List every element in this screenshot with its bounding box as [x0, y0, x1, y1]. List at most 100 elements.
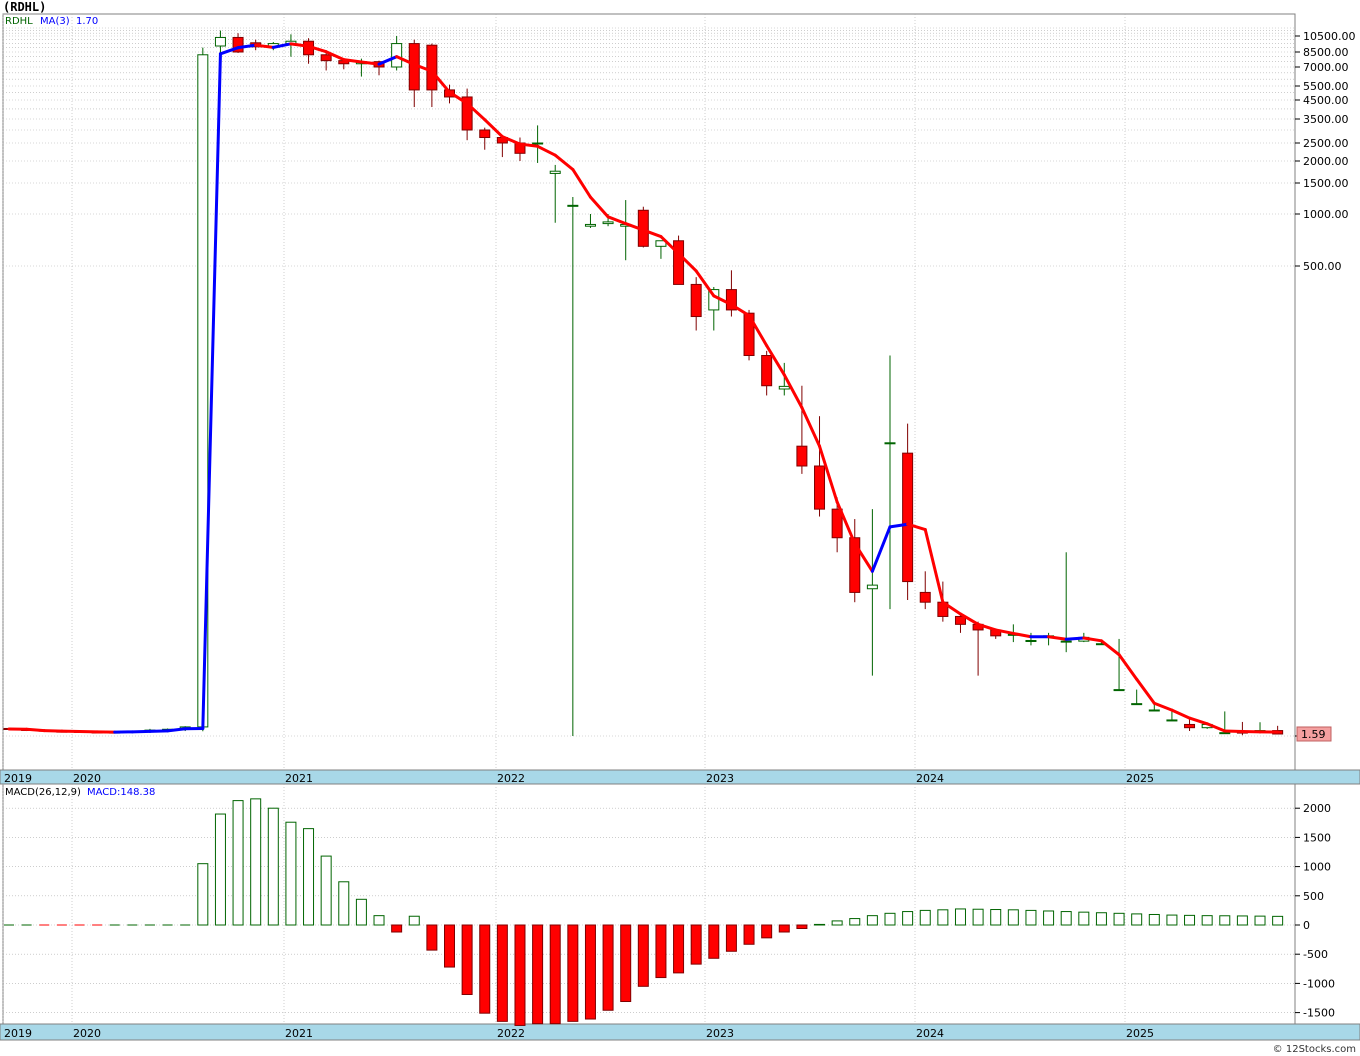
macd-bar: [267, 807, 279, 926]
macd-bar: [479, 924, 491, 1014]
price-tick-label: 2000.00: [1303, 155, 1349, 168]
candle-body: [549, 170, 561, 174]
candle-body: [602, 221, 614, 225]
candle-body: [1219, 732, 1231, 735]
x-axis-label: 2020: [73, 1027, 101, 1040]
price-tick-label: 8500.00: [1303, 46, 1349, 59]
stock-chart: 10500.00 8500.00 7000.00 5500.004500.00 3500…: [0, 13, 1360, 1041]
price-panel: [2, 13, 1296, 771]
candle-body: [1166, 719, 1178, 722]
macd-tick-label: 1000: [1303, 861, 1331, 874]
macd-bar: [1272, 915, 1284, 926]
macd-bar: [849, 918, 861, 926]
macd-bar: [1131, 913, 1143, 926]
macd-bar: [972, 908, 984, 926]
candle-body: [690, 283, 702, 318]
macd-bar: [373, 915, 385, 926]
macd-bar: [1236, 915, 1248, 926]
macd-bar: [725, 924, 737, 952]
macd-bar: [778, 924, 790, 933]
macd-bar: [1254, 915, 1266, 926]
macd-bar: [814, 923, 826, 926]
macd-tick-label: 1500: [1303, 831, 1331, 844]
macd-bar: [1078, 911, 1090, 926]
macd-bar: [990, 909, 1002, 926]
candle-body: [426, 44, 438, 91]
macd-bar: [250, 798, 262, 926]
candle-body: [567, 204, 579, 207]
candle-body: [1148, 709, 1160, 712]
macd-bar: [655, 924, 667, 979]
x-axis-label: 2024: [916, 772, 944, 785]
macd-bar: [761, 924, 773, 939]
macd-bar: [426, 924, 438, 951]
macd-bar: [690, 924, 702, 965]
price-tick-label: 500.00: [1303, 260, 1342, 273]
macd-bar: [1060, 911, 1072, 926]
macd-bar: [1148, 913, 1160, 926]
macd-tick-label: 2000: [1303, 802, 1331, 815]
macd-bar: [532, 924, 544, 1025]
macd-bar: [214, 813, 226, 926]
candle-body: [1113, 689, 1125, 692]
legend-symbol: RDHL: [5, 16, 33, 27]
macd-bar: [444, 924, 455, 968]
ma-line-segment: [148, 729, 170, 733]
macd-bar: [355, 898, 367, 926]
macd-tick-label: 500: [1303, 890, 1324, 903]
price-tick-label: 4500.00: [1303, 94, 1349, 107]
macd-tick-label: 0: [1303, 919, 1310, 932]
last-price-label: 1.59: [1301, 728, 1326, 741]
macd-legend-value: MACD:148.38: [87, 787, 155, 798]
ma-line-segment: [359, 60, 381, 66]
macd-bar: [743, 924, 755, 945]
macd-panel: [2, 783, 1296, 1025]
candle-body: [1184, 723, 1196, 729]
x-axis-label: 2024: [916, 1027, 944, 1040]
macd-bar: [884, 912, 896, 926]
macd-bar: [831, 920, 843, 926]
macd-bar: [919, 909, 931, 926]
macd-bar: [1184, 914, 1196, 926]
macd-tick-label: -500: [1303, 948, 1328, 961]
macd-bar: [514, 924, 526, 1026]
candle-body: [584, 223, 596, 227]
macd-tick-label: -1000: [1303, 977, 1335, 990]
candle-body: [866, 584, 878, 590]
macd-bar: [1043, 910, 1055, 926]
macd-bar: [461, 924, 473, 995]
macd-bar: [1113, 912, 1125, 926]
candle-body: [778, 385, 790, 390]
macd-bar: [708, 924, 720, 959]
macd-tick-label: -1500: [1303, 1007, 1335, 1020]
price-tick-label: 3500.00: [1303, 113, 1349, 126]
candle-body: [796, 445, 808, 467]
legend-ma: MA(3): [40, 16, 70, 27]
credit-text: © 12Stocks.com: [1272, 1044, 1356, 1055]
x-axis-label: 2025: [1126, 1027, 1154, 1040]
candle-body: [902, 452, 914, 583]
macd-bar: [954, 908, 966, 926]
macd-bar: [584, 924, 596, 1020]
candle-body: [1131, 703, 1143, 706]
macd-bar: [303, 828, 315, 926]
macd-bar: [285, 821, 297, 926]
macd-bar: [1095, 912, 1107, 926]
macd-bar: [1007, 909, 1019, 926]
macd-bar: [1166, 914, 1178, 926]
candle-body: [761, 355, 773, 387]
macd-bar: [549, 924, 561, 1025]
candle-body: [814, 465, 826, 510]
macd-bar: [796, 924, 808, 930]
macd-bar: [197, 863, 209, 926]
macd-bar: [391, 924, 403, 933]
candle-body: [1025, 639, 1037, 642]
macd-bar: [1201, 915, 1213, 926]
candle-body: [1060, 640, 1072, 643]
price-tick-label: 10500.00: [1303, 30, 1356, 43]
candle-body: [919, 591, 931, 603]
macd-bar: [673, 924, 685, 974]
macd-bar: [902, 911, 914, 926]
ma-line-segment: [25, 727, 46, 733]
x-axis-label: 2019: [4, 772, 32, 785]
